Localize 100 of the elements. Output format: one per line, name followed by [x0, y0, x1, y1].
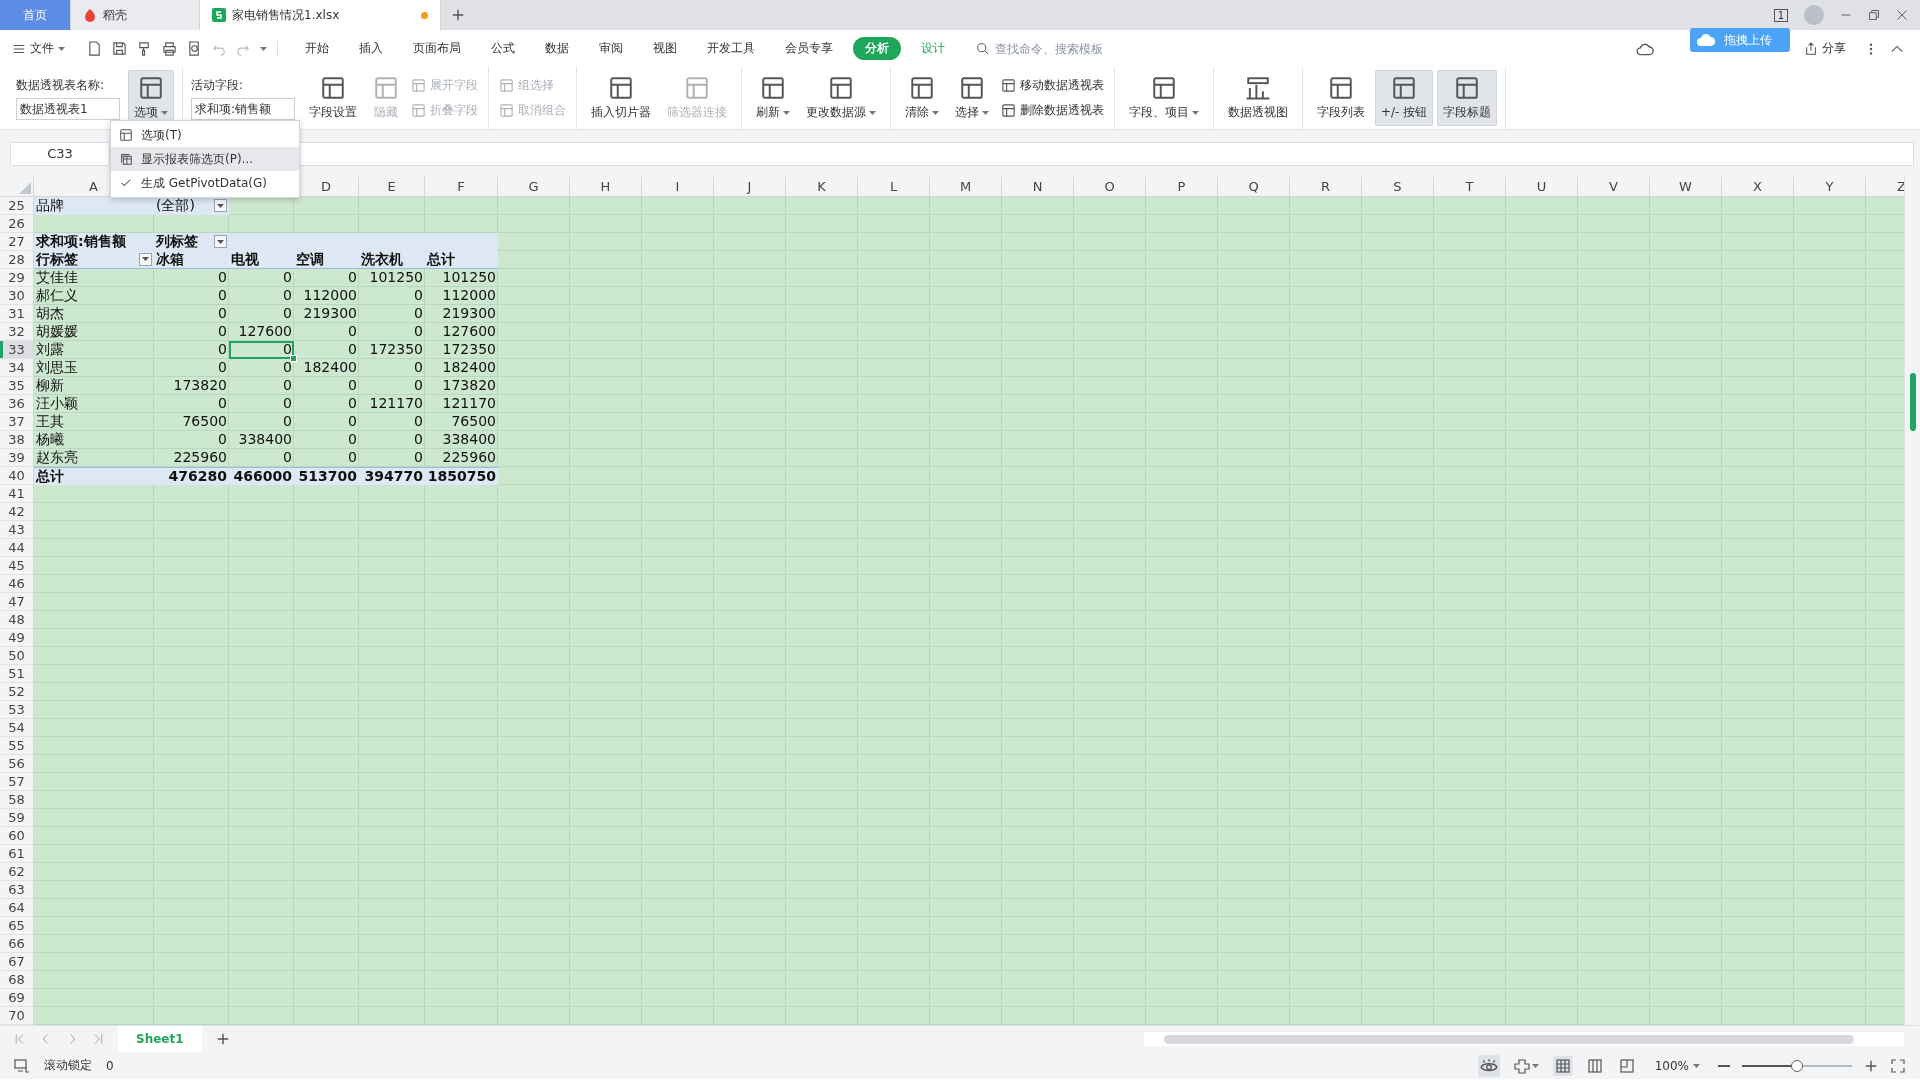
row-header[interactable]: 27: [0, 233, 34, 251]
table-cell[interactable]: 电视: [229, 251, 294, 269]
filter-dropdown-button[interactable]: [139, 252, 152, 266]
table-cell[interactable]: 172350: [359, 341, 425, 359]
table-cell[interactable]: 刘思玉: [34, 359, 154, 377]
table-cell[interactable]: 杨曦: [34, 431, 154, 449]
column-header[interactable]: K: [786, 177, 858, 197]
table-cell[interactable]: 173820: [154, 377, 229, 395]
table-cell[interactable]: 胡媛媛: [34, 323, 154, 341]
table-cell[interactable]: 0: [154, 287, 229, 305]
row-header[interactable]: 30: [0, 287, 34, 305]
row-header[interactable]: 45: [0, 557, 34, 575]
row-header[interactable]: 36: [0, 395, 34, 413]
table-cell[interactable]: 0: [154, 395, 229, 413]
table-cell[interactable]: 112000: [294, 287, 359, 305]
row-header[interactable]: 46: [0, 575, 34, 593]
menu-item[interactable]: 显示报表筛选页(P)...: [111, 147, 299, 171]
table-cell[interactable]: 总计: [425, 251, 498, 269]
table-cell[interactable]: 求和项:销售额: [34, 233, 154, 251]
row-header[interactable]: 47: [0, 593, 34, 611]
table-cell[interactable]: 127600: [229, 323, 294, 341]
column-header[interactable]: S: [1362, 177, 1434, 197]
name-box[interactable]: C33: [10, 141, 110, 166]
document-tab[interactable]: 家电销售情况1.xlsx: [200, 0, 441, 30]
table-cell[interactable]: 225960: [425, 449, 498, 467]
table-cell[interactable]: 胡杰: [34, 305, 154, 323]
table-cell[interactable]: 219300: [425, 305, 498, 323]
row-header[interactable]: 51: [0, 665, 34, 683]
table-cell[interactable]: 柳新: [34, 377, 154, 395]
column-header[interactable]: E: [359, 177, 425, 197]
column-header[interactable]: V: [1578, 177, 1650, 197]
table-cell[interactable]: 0: [359, 413, 425, 431]
ribbon-button[interactable]: 选择: [949, 70, 995, 126]
table-cell[interactable]: 338400: [425, 431, 498, 449]
table-cell[interactable]: 0: [294, 323, 359, 341]
row-header[interactable]: 29: [0, 269, 34, 287]
table-cell[interactable]: 0: [359, 305, 425, 323]
table-cell[interactable]: 182400: [294, 359, 359, 377]
table-cell[interactable]: 艾佳佳: [34, 269, 154, 287]
table-cell[interactable]: 0: [229, 377, 294, 395]
ribbon-button[interactable]: 字段列表: [1311, 70, 1371, 126]
table-cell[interactable]: 101250: [359, 269, 425, 287]
table-cell[interactable]: 赵东亮: [34, 449, 154, 467]
row-header[interactable]: 52: [0, 683, 34, 701]
table-cell[interactable]: 0: [294, 431, 359, 449]
table-cell[interactable]: 0: [154, 323, 229, 341]
row-header[interactable]: 38: [0, 431, 34, 449]
table-cell[interactable]: 219300: [294, 305, 359, 323]
table-cell[interactable]: 0: [294, 449, 359, 467]
row-header[interactable]: 35: [0, 377, 34, 395]
column-header[interactable]: H: [570, 177, 642, 197]
table-cell[interactable]: 品牌: [34, 197, 154, 215]
eye-protection-button[interactable]: [1477, 1054, 1500, 1077]
table-cell[interactable]: 洗衣机: [359, 251, 425, 269]
row-header[interactable]: 50: [0, 647, 34, 665]
row-header[interactable]: 67: [0, 953, 34, 971]
table-cell[interactable]: 0: [154, 269, 229, 287]
ribbon-tab[interactable]: 审阅: [589, 37, 633, 60]
table-cell[interactable]: 0: [229, 305, 294, 323]
row-header[interactable]: 31: [0, 305, 34, 323]
table-cell[interactable]: 338400: [229, 431, 294, 449]
menu-item[interactable]: 选项(T): [111, 123, 299, 147]
table-cell[interactable]: 0: [229, 269, 294, 287]
table-cell[interactable]: 127600: [425, 323, 498, 341]
table-cell[interactable]: 汪小颖: [34, 395, 154, 413]
text-field[interactable]: 数据透视表1: [16, 97, 120, 120]
filter-dropdown-button[interactable]: [214, 199, 227, 212]
row-header[interactable]: 64: [0, 899, 34, 917]
window-count-badge[interactable]: 1: [1773, 8, 1788, 22]
row-header[interactable]: 49: [0, 629, 34, 647]
row-header[interactable]: 48: [0, 611, 34, 629]
table-cell[interactable]: 0: [154, 305, 229, 323]
row-header[interactable]: 70: [0, 1007, 34, 1025]
row-header[interactable]: 56: [0, 755, 34, 773]
row-header[interactable]: 43: [0, 521, 34, 539]
row-header[interactable]: 44: [0, 539, 34, 557]
table-cell[interactable]: 0: [294, 395, 359, 413]
ribbon-tab[interactable]: 插入: [349, 37, 393, 60]
column-header[interactable]: Y: [1794, 177, 1866, 197]
table-cell[interactable]: 172350: [425, 341, 498, 359]
table-cell[interactable]: 225960: [154, 449, 229, 467]
ribbon-button[interactable]: +/- 按钮: [1375, 70, 1434, 126]
table-cell[interactable]: 466000: [229, 467, 294, 485]
table-cell[interactable]: 182400: [425, 359, 498, 377]
ribbon-tab[interactable]: 开始: [295, 37, 339, 60]
ribbon-button[interactable]: 刷新: [750, 70, 796, 126]
table-cell[interactable]: 0: [154, 359, 229, 377]
zoom-out-icon[interactable]: [1718, 1064, 1730, 1067]
row-header[interactable]: 28: [0, 251, 34, 269]
column-header[interactable]: N: [1002, 177, 1074, 197]
ribbon-button[interactable]: 字段标题: [1437, 70, 1498, 126]
scrollbar-thumb[interactable]: [1164, 1034, 1854, 1044]
table-cell[interactable]: 112000: [425, 287, 498, 305]
column-header[interactable]: J: [714, 177, 786, 197]
table-cell[interactable]: 76500: [425, 413, 498, 431]
table-cell[interactable]: 刘露: [34, 341, 154, 359]
row-header[interactable]: 63: [0, 881, 34, 899]
column-header[interactable]: Q: [1218, 177, 1290, 197]
table-cell[interactable]: 0: [229, 413, 294, 431]
row-header[interactable]: 26: [0, 215, 34, 233]
